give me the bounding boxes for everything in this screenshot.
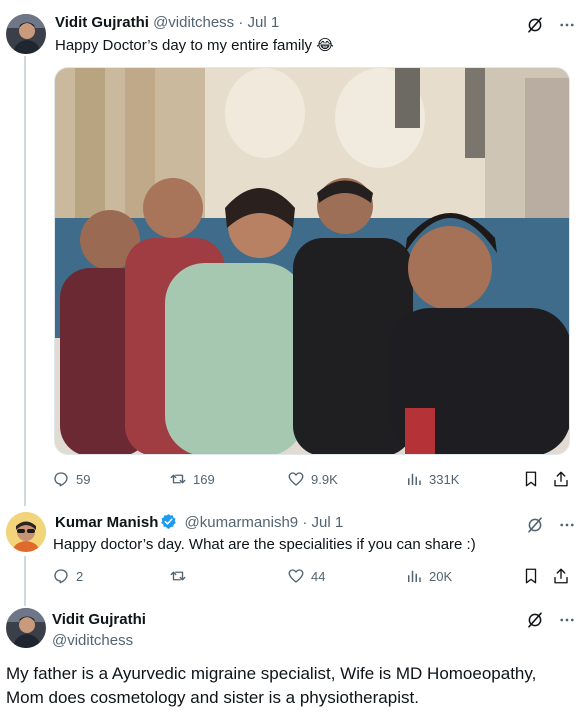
- more-icon[interactable]: [558, 16, 576, 34]
- views-button[interactable]: 331K: [405, 470, 459, 488]
- timestamp[interactable]: Jul 1: [311, 514, 343, 531]
- like-count: 9.9K: [311, 471, 338, 487]
- bookmark-button[interactable]: [522, 470, 540, 488]
- avatar[interactable]: [6, 14, 46, 54]
- reply-count: 2: [76, 568, 84, 584]
- tweet-actions: 2 44 20K: [52, 567, 572, 587]
- tweet-text: My father is a Ayurvedic migraine specia…: [6, 664, 537, 707]
- retweet-button[interactable]: [169, 567, 193, 585]
- timestamp[interactable]: Jul 1: [248, 14, 280, 31]
- reply-icon: [54, 569, 68, 584]
- reply-button[interactable]: 2: [52, 567, 83, 585]
- reply-count: 59: [76, 471, 91, 487]
- like-count: 44: [311, 568, 326, 584]
- analytics-icon: [408, 570, 421, 582]
- tweet-text: Happy Doctor’s day to my entire family 😂: [55, 37, 334, 54]
- author-handle[interactable]: @viditchess: [153, 14, 234, 31]
- grok-icon[interactable]: [526, 16, 544, 34]
- view-count: 20K: [429, 568, 453, 584]
- retweet-count: 169: [193, 471, 215, 487]
- share-button[interactable]: [552, 567, 570, 585]
- author-handle[interactable]: @viditchess: [52, 631, 146, 651]
- bookmark-icon: [525, 568, 537, 584]
- reply-icon: [54, 472, 68, 487]
- tweet-header: Vidit Gujrathi @viditchess: [52, 610, 146, 651]
- more-icon[interactable]: [558, 611, 576, 629]
- separator-dot: ·: [238, 14, 244, 31]
- verified-badge-icon: [161, 514, 177, 529]
- avatar[interactable]: [6, 512, 46, 552]
- bookmark-icon: [525, 471, 537, 487]
- author-name[interactable]: Vidit Gujrathi: [52, 610, 146, 630]
- tweet-header: Kumar Manish @kumarmanish9 · Jul 1: [55, 513, 343, 533]
- author-name[interactable]: Vidit Gujrathi: [55, 14, 149, 31]
- author-handle[interactable]: @kumarmanish9: [185, 514, 299, 531]
- share-icon: [554, 471, 568, 487]
- view-count: 331K: [429, 471, 460, 487]
- tweet-top-actions: [526, 16, 576, 34]
- retweet-icon: [170, 571, 186, 581]
- more-icon[interactable]: [558, 516, 576, 534]
- thread-line: [24, 556, 26, 606]
- like-button[interactable]: 9.9K: [287, 470, 338, 488]
- views-button[interactable]: 20K: [405, 567, 452, 585]
- retweet-icon: [170, 474, 186, 484]
- tweet-photo[interactable]: [54, 67, 570, 455]
- heart-icon: [288, 472, 304, 486]
- tweet-text: Happy doctor’s day. What are the special…: [53, 536, 476, 553]
- separator-dot: ·: [302, 514, 308, 531]
- share-button[interactable]: [552, 470, 570, 488]
- analytics-icon: [408, 473, 421, 485]
- author-name[interactable]: Kumar Manish: [55, 514, 158, 531]
- tweet-top-actions: [526, 516, 576, 534]
- avatar[interactable]: [6, 608, 46, 648]
- tweet-header: Vidit Gujrathi @viditchess · Jul 1: [55, 13, 279, 33]
- bookmark-button[interactable]: [522, 567, 540, 585]
- tweet-top-actions: [526, 611, 576, 629]
- retweet-button[interactable]: 169: [169, 470, 215, 488]
- like-button[interactable]: 44: [287, 567, 325, 585]
- tweet-actions: 59 169 9.9K 331K: [52, 470, 572, 490]
- grok-icon[interactable]: [526, 516, 544, 534]
- share-icon: [554, 568, 568, 584]
- grok-icon[interactable]: [526, 611, 544, 629]
- reply-button[interactable]: 59: [52, 470, 90, 488]
- thread-line: [24, 56, 26, 506]
- heart-icon: [288, 569, 304, 583]
